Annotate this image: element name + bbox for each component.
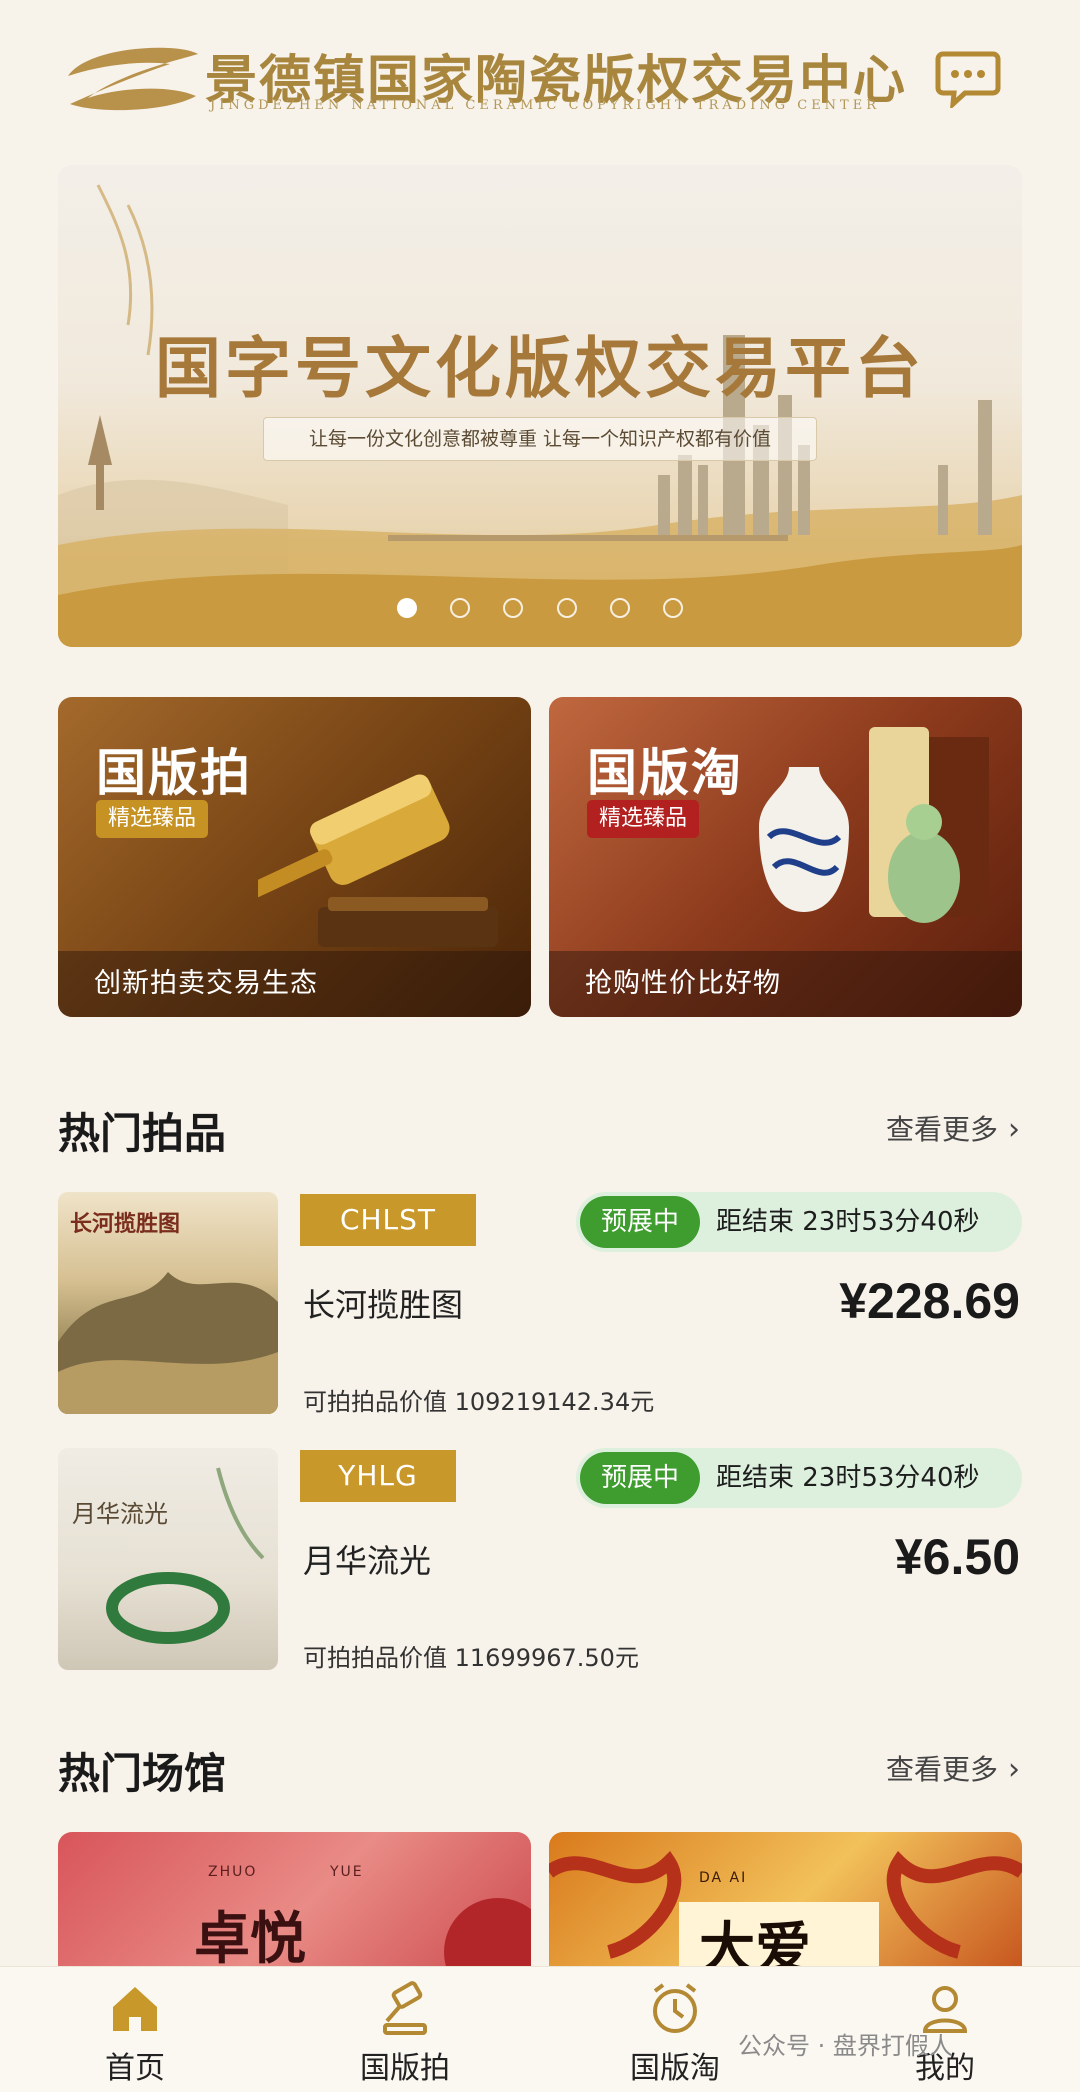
category-card-shop[interactable]: 国版淘 精选臻品 抢购性价比好物: [549, 697, 1022, 1017]
hot-lots-more-link[interactable]: 查看更多 ›: [886, 1108, 1020, 1148]
category-card-auction[interactable]: 国版拍 精选臻品 创新拍卖交易生态: [58, 697, 531, 1017]
hot-venues-more-link[interactable]: 查看更多 ›: [886, 1748, 1020, 1788]
chevron-right-icon: ›: [1008, 1112, 1020, 1147]
carousel-dot[interactable]: [503, 597, 524, 618]
countdown-text: 距结束 23时53分40秒: [716, 1207, 980, 1237]
chevron-right-icon: ›: [1008, 1752, 1020, 1787]
venue-pinyin: DA AI: [699, 1870, 748, 1886]
lot-value: 可拍拍品价值 11699967.50元: [303, 1644, 639, 1672]
category-footer: 抢购性价比好物: [549, 951, 1022, 1017]
lot-thumbnail: 长河揽胜图: [58, 1192, 278, 1414]
lot-status-pill: 预展中 距结束 23时53分40秒: [576, 1192, 1022, 1252]
category-footer: 创新拍卖交易生态: [58, 951, 531, 1017]
category-badge: 精选臻品: [96, 800, 209, 838]
venue-name: 卓悦: [194, 1906, 306, 1972]
tab-label: 国版拍: [360, 2051, 450, 2086]
lot-thumbnail: 月华流光: [58, 1448, 278, 1670]
tab-auction[interactable]: 国版拍: [325, 1967, 485, 2092]
lot-price: ¥6.50: [894, 1529, 1020, 1585]
lot-price: ¥228.69: [839, 1273, 1020, 1329]
hero-banner[interactable]: 国字号文化版权交易平台 让每一份文化创意都被尊重 让每一个知识产权都有价值: [58, 165, 1022, 647]
lot-status-pill: 预展中 距结束 23时53分40秒: [576, 1448, 1022, 1508]
countdown-text: 距结束 23时53分40秒: [716, 1463, 980, 1493]
carousel-dot[interactable]: [662, 597, 683, 618]
status-badge: 预展中: [580, 1452, 700, 1504]
clock-icon: [653, 1983, 697, 2033]
app-header: 景德镇国家陶瓷版权交易中心 JINGDEZHEN NATIONAL CERAMI…: [0, 0, 1080, 150]
status-badge: 预展中: [580, 1196, 700, 1248]
tab-label: 首页: [105, 2051, 165, 2086]
banner-subtitle: 让每一份文化创意都被尊重 让每一个知识产权都有价值: [263, 417, 817, 461]
carousel-indicator[interactable]: [58, 597, 1022, 618]
banner-title: 国字号文化版权交易平台: [155, 329, 925, 407]
section-title-hot-venues: 热门场馆: [58, 1749, 227, 1798]
jade-bangle-image: [106, 1467, 265, 1644]
vase-icon: [759, 727, 989, 923]
category-title: 国版淘: [587, 744, 743, 802]
tab-home[interactable]: 首页: [55, 1967, 215, 2092]
lot-code-tag: CHLST: [300, 1194, 476, 1246]
carousel-dot[interactable]: [450, 597, 471, 618]
lot-name: 月华流光: [303, 1542, 432, 1580]
carousel-dot[interactable]: [556, 597, 577, 618]
tab-shop[interactable]: 国版淘: [595, 1967, 755, 2092]
lot-name: 长河揽胜图: [303, 1286, 464, 1324]
venue-pinyin: ZHUO: [208, 1864, 258, 1880]
watermark: 公众号 · 盘界打假人: [738, 2032, 953, 2060]
thumbnail-caption: 月华流光: [72, 1500, 168, 1528]
logo-icon: [68, 47, 198, 111]
thumbnail-caption: 长河揽胜图: [70, 1211, 181, 1237]
gavel-icon: [383, 1981, 427, 2035]
lot-item[interactable]: 长河揽胜图 CHLST 预展中 距结束 23时53分40秒 长河揽胜图 ¥228…: [58, 1192, 1022, 1416]
chat-bubble-icon[interactable]: [935, 48, 1001, 108]
lot-code-tag: YHLG: [300, 1450, 456, 1502]
category-badge: 精选臻品: [587, 800, 700, 838]
lot-value: 可拍拍品价值 109219142.34元: [303, 1388, 655, 1416]
more-label: 查看更多: [885, 1753, 998, 1786]
more-label: 查看更多: [885, 1113, 998, 1146]
carousel-dot[interactable]: [609, 597, 630, 618]
carousel-dot[interactable]: [397, 597, 418, 618]
brand-subtitle: JINGDEZHEN NATIONAL CERAMIC COPYRIGHT TR…: [210, 98, 881, 113]
venue-pinyin: YUE: [330, 1864, 364, 1880]
home-icon: [113, 1987, 157, 2031]
tab-label: 国版淘: [630, 2051, 720, 2086]
category-title: 国版拍: [96, 744, 252, 802]
lot-item[interactable]: 月华流光 YHLG 预展中 距结束 23时53分40秒 月华流光 ¥6.50 可…: [58, 1448, 1022, 1672]
section-title-hot-lots: 热门拍品: [58, 1109, 227, 1158]
